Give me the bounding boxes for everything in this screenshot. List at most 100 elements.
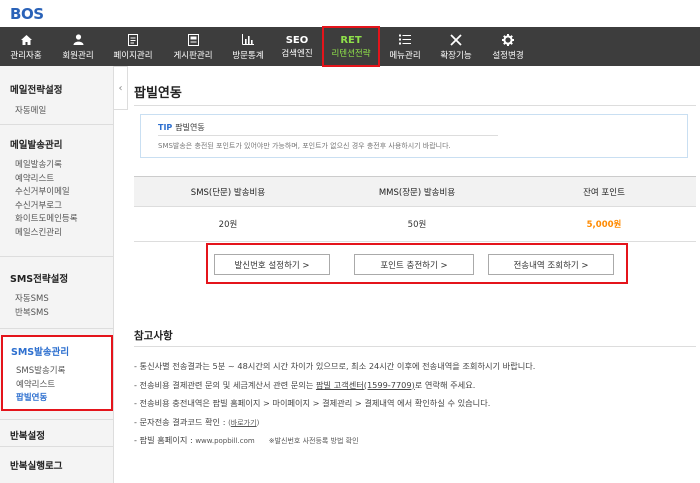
sidebar-item-reserve-list[interactable]: 예약리스트: [0, 173, 114, 187]
nav-label: 관리자홈: [10, 50, 42, 61]
sidebar-item-repeat-setting[interactable]: 반복설정: [0, 428, 114, 442]
nav-item-seo[interactable]: SEO 검색엔진: [272, 27, 322, 66]
nav-label: 리텐션전략: [331, 49, 371, 59]
nav-item-settings[interactable]: 설정변경: [482, 27, 534, 66]
list-item: - 전송비용 결제관련 문의 및 세금계산서 관련 문의는 팝빌 고객센터(15…: [134, 376, 535, 395]
list-item: - 전송비용 충전내역은 팝빌 홈페이지 > 마이페이지 > 결제관리 > 결제…: [134, 398, 491, 408]
result-code-link[interactable]: 바로가기: [231, 419, 257, 427]
sidebar-heading[interactable]: SMS전략설정: [0, 271, 114, 285]
tip-body: SMS발송은 충전된 포인트가 있어야만 가능하며, 포인트가 없으신 경우 충…: [158, 142, 451, 150]
sidebar-item-white-domain[interactable]: 화이트도메인등록: [0, 213, 114, 227]
sidebar-group-sms-strategy: SMS전략설정 자동SMS 반복SMS: [0, 271, 114, 320]
popbill-support-link[interactable]: 팝빌 고객센터(1599-7709): [316, 380, 415, 390]
chart-icon: [242, 33, 254, 47]
action-button-group: 발신번호 설정하기 > 포인트 충전하기 > 전송내역 조회하기 >: [206, 243, 628, 284]
page-icon: [128, 33, 138, 47]
tools-icon: [450, 33, 462, 47]
charge-point-button[interactable]: 포인트 충전하기 >: [354, 254, 474, 275]
nav-label: 게시판관리: [173, 50, 213, 61]
nav-item-stats[interactable]: 방문통계: [224, 27, 272, 66]
sidebar-item-sms-reserve-list[interactable]: 예약리스트: [3, 379, 111, 393]
sidebar-divider: [0, 446, 114, 447]
table-header-row: SMS(단문) 발송비용 MMS(장문) 발송비용 잔여 포인트: [134, 176, 696, 207]
sidebar-heading[interactable]: SMS발송관리: [3, 344, 111, 358]
sidebar-heading: 반복설정: [10, 431, 45, 442]
nav-label: 확장기능: [440, 50, 472, 61]
nav-item-admin-home[interactable]: 관리자홈: [0, 27, 52, 66]
remaining-point-cell: 5,000원: [512, 206, 696, 242]
list-item: - 팝빌 홈페이지 : www.popbill.com ※발신번호 사전등록 방법…: [134, 431, 535, 450]
main-nav: 관리자홈 회원관리 페이지관리 게시판관리 방문통계 SEO 검색엔진 RET …: [0, 26, 700, 67]
tip-heading: TIP 팝빌연동: [158, 122, 205, 133]
sidebar-heading: 반복실행로그: [10, 461, 63, 472]
bos-logo[interactable]: BOS: [10, 5, 44, 23]
sidebar-divider: [0, 256, 114, 257]
chevron-left-icon: ‹: [118, 82, 123, 94]
sidebar: 메일전략설정 자동메일 메일발송관리 메일발송기록 예약리스트 수신거부이메일 …: [0, 66, 114, 483]
logo-letter-b: B: [10, 4, 21, 23]
sidebar-divider: [0, 124, 114, 125]
sidebar-collapse-button[interactable]: ‹: [114, 66, 128, 110]
nav-item-page[interactable]: 페이지관리: [104, 27, 162, 66]
sidebar-group-mail-send: 메일발송관리 메일발송기록 예약리스트 수신거부이메일 수신거부로그 화이트도메…: [0, 137, 114, 240]
nav-label: 설정변경: [492, 50, 524, 61]
column-header: 잔여 포인트: [512, 176, 696, 207]
nav-item-board[interactable]: 게시판관리: [162, 27, 224, 66]
tip-title: 팝빌연동: [175, 123, 205, 132]
mms-cost-cell: 50원: [322, 206, 512, 242]
table-row: 20원 50원 5,000원: [134, 206, 696, 242]
nav-item-menu[interactable]: 메뉴관리: [380, 27, 430, 66]
tip-box: TIP 팝빌연동 SMS발송은 충전된 포인트가 있어야만 가능하며, 포인트가 …: [140, 114, 688, 158]
logo-letter-s: S: [33, 4, 44, 23]
sidebar-item-sms-log[interactable]: SMS발송기록: [3, 365, 111, 379]
list-item-text: 로 연락해 주세요.: [414, 379, 476, 390]
sidebar-heading[interactable]: 메일전략설정: [0, 82, 114, 96]
sidebar-divider: [0, 328, 114, 329]
sidebar-group-sms-send: SMS발송관리 SMS발송기록 예약리스트 팝빌연동: [1, 335, 113, 411]
sidebar-heading[interactable]: 메일발송관리: [0, 137, 114, 151]
reference-list: - 통신사별 전송결과는 5분 ~ 48시간의 시간 차이가 있으므로, 최소 …: [134, 357, 535, 450]
column-header: MMS(장문) 발송비용: [322, 176, 512, 207]
list-item-text: - 전송비용 결제관련 문의 및 세금계산서 관련 문의는: [134, 379, 316, 390]
user-icon: [73, 33, 84, 47]
nav-item-member[interactable]: 회원관리: [52, 27, 104, 66]
tip-divider: [158, 135, 498, 136]
list-item-text: - 문자전송 결과코드 확인 :: [134, 416, 229, 427]
title-divider: [134, 105, 696, 106]
sender-registration-note[interactable]: ※발신번호 사전등록 방법 확인: [269, 437, 359, 445]
rate-table: SMS(단문) 발송비용 MMS(장문) 발송비용 잔여 포인트 20원 50원…: [134, 176, 696, 242]
board-icon: [187, 33, 199, 47]
sms-cost-cell: 20원: [134, 206, 322, 242]
sidebar-item-auto-sms[interactable]: 자동SMS: [0, 293, 114, 307]
sidebar-item-mail-log[interactable]: 메일발송기록: [0, 159, 114, 173]
sidebar-item-repeat-sms[interactable]: 반복SMS: [0, 307, 114, 321]
sidebar-item-popbill[interactable]: 팝빌연동: [3, 392, 111, 406]
nav-label: 메뉴관리: [389, 50, 421, 61]
nav-label: 방문통계: [232, 50, 264, 61]
seo-title: SEO: [285, 35, 309, 46]
list-item: - 문자전송 결과코드 확인 : (바로가기): [134, 416, 260, 427]
sidebar-item-mail-skin[interactable]: 메일스킨관리: [0, 227, 114, 241]
nav-label: 페이지관리: [113, 50, 153, 61]
nav-item-extension[interactable]: 확장기능: [430, 27, 482, 66]
sidebar-item-auto-mail[interactable]: 자동메일: [0, 105, 114, 119]
sender-number-button[interactable]: 발신번호 설정하기 >: [214, 254, 330, 275]
send-history-button[interactable]: 전송내역 조회하기 >: [488, 254, 614, 275]
reference-title: 참고사항: [134, 330, 173, 342]
sidebar-item-reject-email[interactable]: 수신거부이메일: [0, 186, 114, 200]
page-title: 팝빌연동: [134, 86, 182, 101]
home-icon: [20, 33, 32, 47]
column-header: SMS(단문) 발송비용: [134, 176, 322, 207]
tip-label: TIP: [158, 123, 173, 132]
reference-divider: [134, 346, 696, 347]
nav-item-retention[interactable]: RET 리텐션전략: [322, 26, 380, 67]
top-logo-bar: BOS: [0, 0, 700, 27]
ret-title: RET: [340, 35, 362, 46]
menu-list-icon: [399, 33, 411, 47]
sidebar-divider: [0, 419, 114, 420]
sidebar-item-reject-log[interactable]: 수신거부로그: [0, 200, 114, 214]
gear-icon: [502, 33, 514, 47]
sidebar-item-repeat-log[interactable]: 반복실행로그: [0, 458, 114, 472]
popbill-site-link[interactable]: www.popbill.com: [195, 437, 254, 445]
nav-label: 검색엔진: [281, 49, 313, 59]
